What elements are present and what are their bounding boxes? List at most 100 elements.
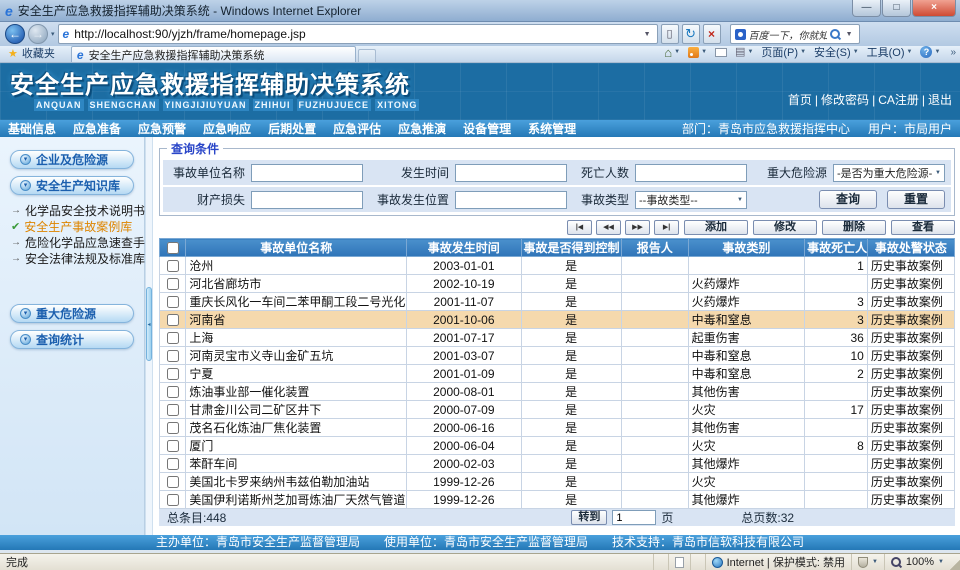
- row-checkbox[interactable]: [167, 476, 179, 488]
- table-row[interactable]: 河南省2001-10-06是中毒和窒息3历史事故案例: [160, 311, 955, 329]
- table-row[interactable]: 沧州2003-01-01是1历史事故案例: [160, 257, 955, 275]
- occur-time-input[interactable]: [455, 164, 567, 182]
- row-checkbox[interactable]: [167, 296, 179, 308]
- table-row[interactable]: 茂名石化炼油厂焦化装置2000-06-16是其他伤害历史事故案例: [160, 419, 955, 437]
- row-checkbox[interactable]: [167, 422, 179, 434]
- accident-unit-input[interactable]: [251, 164, 363, 182]
- modify-button[interactable]: 修改: [753, 220, 817, 235]
- row-checkbox[interactable]: [167, 260, 179, 272]
- top-link-3[interactable]: CA注册: [878, 91, 919, 108]
- home-button[interactable]: ⌂▼: [664, 47, 680, 58]
- top-link-2[interactable]: 修改密码: [821, 91, 869, 108]
- nav-item[interactable]: 后期处置: [268, 120, 316, 137]
- major-hazard-select[interactable]: -是否为重大危险源-▼: [833, 164, 945, 182]
- row-checkbox[interactable]: [167, 386, 179, 398]
- goto-button[interactable]: 转到: [571, 510, 607, 525]
- row-checkbox[interactable]: [167, 332, 179, 344]
- nav-item[interactable]: 基础信息: [8, 120, 56, 137]
- table-row[interactable]: 河北省廊坊市2002-10-19是火药爆炸历史事故案例: [160, 275, 955, 293]
- sidebar-item[interactable]: →危险化学品应急速查手...: [0, 234, 144, 250]
- sidebar-section-button[interactable]: ▾重大危险源: [10, 304, 134, 323]
- page-number-input[interactable]: [612, 510, 656, 525]
- overflow-chevron-icon[interactable]: »: [950, 47, 956, 58]
- delete-button[interactable]: 删除: [822, 220, 886, 235]
- home-dropdown-icon[interactable]: ▼: [674, 49, 680, 55]
- tab-active[interactable]: e 安全生产应急救援指挥辅助决策系统: [71, 46, 356, 62]
- row-checkbox[interactable]: [167, 404, 179, 416]
- accident-type-select[interactable]: --事故类型--▼: [635, 191, 747, 209]
- nav-item[interactable]: 设备管理: [463, 120, 511, 137]
- nav-item[interactable]: 应急响应: [203, 120, 251, 137]
- new-tab-button[interactable]: [358, 49, 376, 62]
- property-loss-input[interactable]: [251, 191, 363, 209]
- table-row[interactable]: 美国伊利诺斯州芝加哥炼油厂天然气管道1999-12-26是其他爆炸历史事故案例: [160, 491, 955, 509]
- table-row[interactable]: 河南灵宝市义寺山金矿五坑2001-03-07是中毒和窒息10历史事故案例: [160, 347, 955, 365]
- sidebar-item[interactable]: →化学品安全技术说明书: [0, 202, 144, 218]
- tools-menu-button[interactable]: 工具(O)▼: [867, 44, 913, 60]
- nav-item[interactable]: 应急准备: [73, 120, 121, 137]
- favorites-button[interactable]: ★ 收藏夹: [4, 45, 59, 62]
- print-button[interactable]: ▤▼: [735, 47, 753, 58]
- first-page-button[interactable]: |◀: [567, 220, 592, 235]
- feeds-dropdown-icon[interactable]: ▼: [701, 49, 707, 55]
- safety-menu-button[interactable]: 安全(S)▼: [814, 44, 859, 60]
- top-link-4[interactable]: 退出: [928, 91, 952, 108]
- nav-item[interactable]: 应急预警: [138, 120, 186, 137]
- page-menu-button[interactable]: 页面(P)▼: [761, 44, 806, 60]
- row-checkbox[interactable]: [167, 350, 179, 362]
- last-page-button[interactable]: ▶|: [654, 220, 679, 235]
- table-row[interactable]: 上海2001-07-17是起重伤害36历史事故案例: [160, 329, 955, 347]
- view-button[interactable]: 查看: [891, 220, 955, 235]
- nav-item[interactable]: 应急推演: [398, 120, 446, 137]
- death-count-input[interactable]: [635, 164, 747, 182]
- maximize-button[interactable]: □: [882, 0, 911, 17]
- row-checkbox[interactable]: [167, 458, 179, 470]
- row-checkbox[interactable]: [167, 314, 179, 326]
- accident-location-input[interactable]: [455, 191, 567, 209]
- reset-button[interactable]: 重置: [887, 190, 945, 209]
- sidebar-item[interactable]: ✔安全生产事故案例库: [0, 218, 144, 234]
- table-row[interactable]: 重庆长风化一车间二苯甲酮工段二号光化釜2001-11-07是火药爆炸3历史事故案…: [160, 293, 955, 311]
- table-row[interactable]: 美国北卡罗来纳州韦兹伯勒加油站1999-12-26是火灾历史事故案例: [160, 473, 955, 491]
- nav-item[interactable]: 应急评估: [333, 120, 381, 137]
- search-dropdown-icon[interactable]: ▼: [844, 31, 855, 38]
- top-link-1[interactable]: 首页: [788, 91, 812, 108]
- search-button[interactable]: 查询: [819, 190, 877, 209]
- back-button[interactable]: ←: [5, 24, 25, 44]
- print-dropdown-icon[interactable]: ▼: [747, 49, 753, 55]
- row-checkbox[interactable]: [167, 278, 179, 290]
- history-dropdown-icon[interactable]: ▾: [51, 30, 55, 38]
- table-row[interactable]: 厦门2000-06-04是火灾8历史事故案例: [160, 437, 955, 455]
- search-icon[interactable]: [830, 29, 841, 40]
- table-row[interactable]: 甘肃金川公司二矿区井下2000-07-09是火灾17历史事故案例: [160, 401, 955, 419]
- table-row[interactable]: 炼油事业部一催化装置2000-08-01是其他伤害历史事故案例: [160, 383, 955, 401]
- search-box[interactable]: 百度一下，你就知道 ▼: [730, 24, 860, 44]
- next-page-button[interactable]: ▶▶: [625, 220, 650, 235]
- read-mail-button[interactable]: [715, 48, 727, 57]
- close-button[interactable]: ×: [912, 0, 956, 17]
- forward-button[interactable]: →: [28, 24, 48, 44]
- sidebar-section-button[interactable]: ▾查询统计: [10, 330, 134, 349]
- help-button[interactable]: ?▼: [920, 46, 940, 58]
- compatibility-view-button[interactable]: ▯: [661, 24, 679, 44]
- address-input[interactable]: e http://localhost:90/yjzh/frame/homepag…: [58, 24, 658, 44]
- resize-grip[interactable]: [950, 554, 960, 570]
- zoom-control[interactable]: 100% ▼: [884, 554, 950, 570]
- refresh-button[interactable]: ↻: [682, 24, 700, 44]
- sidebar-item[interactable]: →安全法律法规及标准库: [0, 250, 144, 266]
- address-dropdown-icon[interactable]: ▼: [642, 31, 653, 38]
- protected-mode-button[interactable]: ▼: [851, 554, 884, 570]
- panel-splitter[interactable]: ◂: [145, 137, 153, 535]
- feeds-button[interactable]: ▼: [688, 47, 707, 58]
- add-button[interactable]: 添加: [684, 220, 748, 235]
- row-checkbox[interactable]: [167, 440, 179, 452]
- sidebar-section-button[interactable]: ▾安全生产知识库: [10, 176, 134, 195]
- select-all-checkbox[interactable]: [167, 242, 179, 254]
- sidebar-section-button[interactable]: ▾企业及危险源: [10, 150, 134, 169]
- prev-page-button[interactable]: ◀◀: [596, 220, 621, 235]
- nav-item[interactable]: 系统管理: [528, 120, 576, 137]
- minimize-button[interactable]: —: [852, 0, 881, 17]
- table-row[interactable]: 苯酐车间2000-02-03是其他爆炸历史事故案例: [160, 455, 955, 473]
- stop-button[interactable]: ×: [703, 24, 721, 44]
- row-checkbox[interactable]: [167, 368, 179, 380]
